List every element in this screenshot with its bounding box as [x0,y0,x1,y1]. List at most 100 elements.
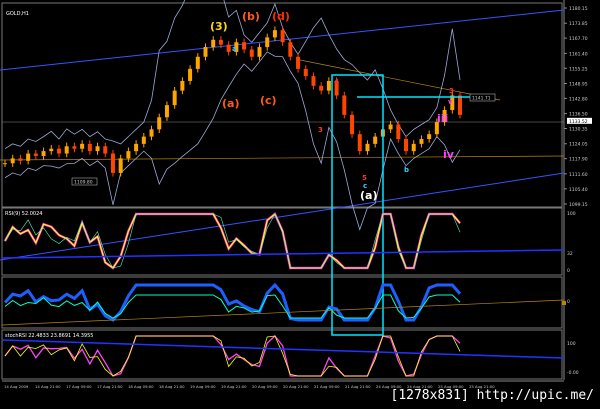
wave-label: (d) [272,10,290,23]
support-line [0,155,565,161]
candle [411,143,416,152]
candle [272,30,277,38]
candle [319,85,324,91]
wave-label: (b) [242,10,260,23]
x-tick-label: 21 Aug 09:00 [314,384,340,389]
stochrsi-label: stochRSI 22.4833 23.8691 14.3955 [5,333,93,339]
y-tick-label: 1155.25 [569,66,588,72]
candle [373,136,378,144]
wave-label: 5 [362,174,367,182]
x-tick-label: 17 Aug 09:00 [66,384,92,389]
candle [126,151,131,159]
x-tick-label: 19 Aug 21:00 [221,384,247,389]
wave-label: a [232,45,237,53]
candle [80,143,85,149]
candle [103,146,108,154]
x-tick-label: 18 Aug 09:00 [128,384,154,389]
candle [64,146,69,154]
y-tick-label: 1136.50 [569,112,588,118]
candle [172,90,177,106]
chart-title: GOLD,H1 [6,11,29,17]
candle [365,143,370,152]
candle [249,49,254,57]
candle [427,134,432,140]
wave-label: (a) [360,189,377,202]
candle [118,158,123,173]
trading-chart[interactable]: GOLD,H1 1180.15 1173.85 1167.70 1161.40 1155.… [0,0,600,409]
candle [72,146,77,149]
candle [49,148,54,152]
indicator-level: 100 [567,341,576,347]
candle [141,136,146,144]
candle [357,134,362,152]
y-tick-label: 1099.15 [569,202,588,208]
candle [404,139,409,152]
candle [350,114,355,135]
rsi-label: RSI(9) 52.0024 [5,211,42,217]
macd-marker [562,301,566,305]
candle [218,39,223,45]
candle [110,153,115,173]
wave-label: (a) [222,97,239,110]
candle [419,139,424,144]
indicator-level: 0 [567,268,570,274]
x-tick-label: 14 Aug 21:00 [35,384,61,389]
wave-label: 3 [318,126,323,134]
channel-lower [0,172,565,261]
y-tick-label: 1167.70 [569,36,588,42]
candle [26,153,31,161]
candle [33,153,38,156]
price-label: 1141.71 [472,96,491,102]
x-tick-label: 17 Aug 21:00 [97,384,123,389]
candle [188,68,193,81]
candle [56,148,61,154]
wave-label: c [363,182,367,190]
candle [296,56,301,69]
candle [280,30,285,43]
candle [87,143,92,152]
wave-label: (3) [210,20,228,33]
candle [134,143,139,152]
candle [203,47,208,57]
candle [3,163,7,165]
y-tick-label: 1124.05 [569,142,588,148]
candle [396,124,401,140]
y-tick-label: 1105.40 [569,187,588,193]
candle [311,76,316,86]
candle [388,124,393,130]
x-tick-label: 20 Aug 21:00 [283,384,309,389]
wave-label: iv [443,148,455,161]
wave-label: (c) [260,94,277,107]
candle [342,95,347,115]
current-price-label: 1133.52 [569,119,588,125]
y-tick-label: 1161.40 [569,51,588,57]
x-tick-label: 18 Aug 21:00 [159,384,185,389]
rsi-trend [1,249,565,259]
x-tick-label: 20 Aug 09:00 [252,384,278,389]
candle [149,129,154,137]
candle [242,42,247,50]
wave-label: 3 [449,87,454,95]
y-tick-label: 1180.15 [569,6,588,12]
candle [326,80,331,91]
candle [164,105,169,118]
wave-label: iii [437,112,448,125]
candle [257,47,262,57]
candle [303,68,308,77]
candle [288,42,293,57]
x-tick-label: 21 Aug 21:00 [345,384,371,389]
price-label: 1109.80 [74,180,93,186]
y-tick-label: 1111.60 [569,172,588,178]
candle [211,39,216,48]
candle [10,158,15,164]
y-tick-label: 1148.95 [569,81,588,87]
candle [226,44,231,52]
candle [458,95,462,115]
y-tick-label: 1117.90 [569,157,588,163]
candle [195,56,200,69]
wave-label: 4 [334,78,339,86]
indicator-level: 100 [567,211,576,217]
y-tick-label: 1142.80 [569,96,588,102]
panel-frame-1 [1,207,563,276]
candle [180,80,185,91]
